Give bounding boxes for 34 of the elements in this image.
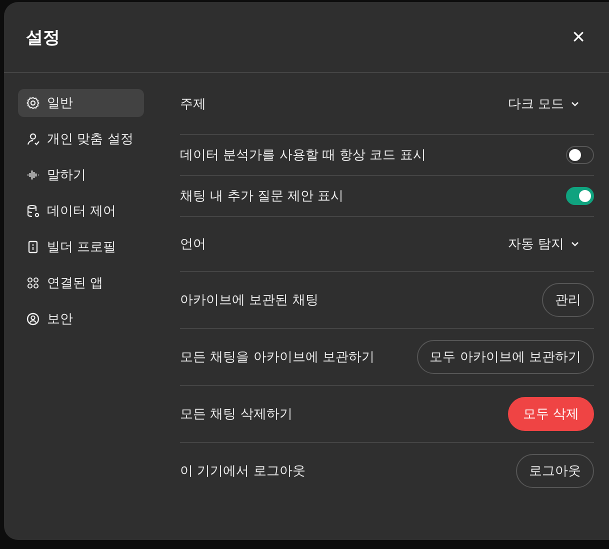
person-icon xyxy=(26,132,40,146)
data-icon xyxy=(26,204,40,218)
action-button[interactable]: 모두 아카이브에 보관하기 xyxy=(416,340,594,374)
dialog-title: 설정 xyxy=(26,26,60,48)
toggle-switch[interactable] xyxy=(566,187,594,205)
dropdown-button[interactable]: 다크 모드 xyxy=(508,95,594,113)
setting-label: 모든 채팅 삭제하기 xyxy=(180,406,292,423)
setting-label: 모든 채팅을 아카이브에 보관하기 xyxy=(180,349,374,366)
sidebar-item[interactable]: 말하기 xyxy=(18,161,144,189)
delete-button[interactable]: 모두 삭제 xyxy=(508,397,594,431)
wave-icon xyxy=(26,168,40,182)
sidebar-item[interactable]: 개인 맞춤 설정 xyxy=(18,125,144,153)
setting-label: 데이터 분석가를 사용할 때 항상 코드 표시 xyxy=(180,147,426,164)
dropdown-button[interactable]: 자동 탐지 xyxy=(508,235,594,253)
sidebar-item[interactable]: 일반 xyxy=(18,89,144,117)
sidebar-item[interactable]: 보안 xyxy=(18,305,144,333)
badge-icon xyxy=(26,240,40,254)
action-button[interactable]: 관리 xyxy=(542,283,594,317)
action-button[interactable]: 로그아웃 xyxy=(516,454,594,488)
setting-label: 주제 xyxy=(180,96,206,113)
chevron-icon xyxy=(570,99,580,109)
sidebar-item[interactable]: 빌더 프로필 xyxy=(18,233,144,261)
chevron-icon xyxy=(570,239,580,249)
setting-label: 아카이브에 보관된 채팅 xyxy=(180,292,318,309)
setting-label: 언어 xyxy=(180,236,206,253)
sidebar-item[interactable]: 데이터 제어 xyxy=(18,197,144,225)
toggle-switch[interactable] xyxy=(566,146,594,164)
setting-label: 채팅 내 추가 질문 제안 표시 xyxy=(180,188,344,205)
shield-icon xyxy=(26,312,40,326)
setting-label: 이 기기에서 로그아웃 xyxy=(180,463,306,480)
gear-icon xyxy=(26,96,40,110)
apps-icon xyxy=(26,276,40,290)
sidebar-item[interactable]: 연결된 앱 xyxy=(18,269,144,297)
close-button[interactable]: × xyxy=(568,26,589,48)
